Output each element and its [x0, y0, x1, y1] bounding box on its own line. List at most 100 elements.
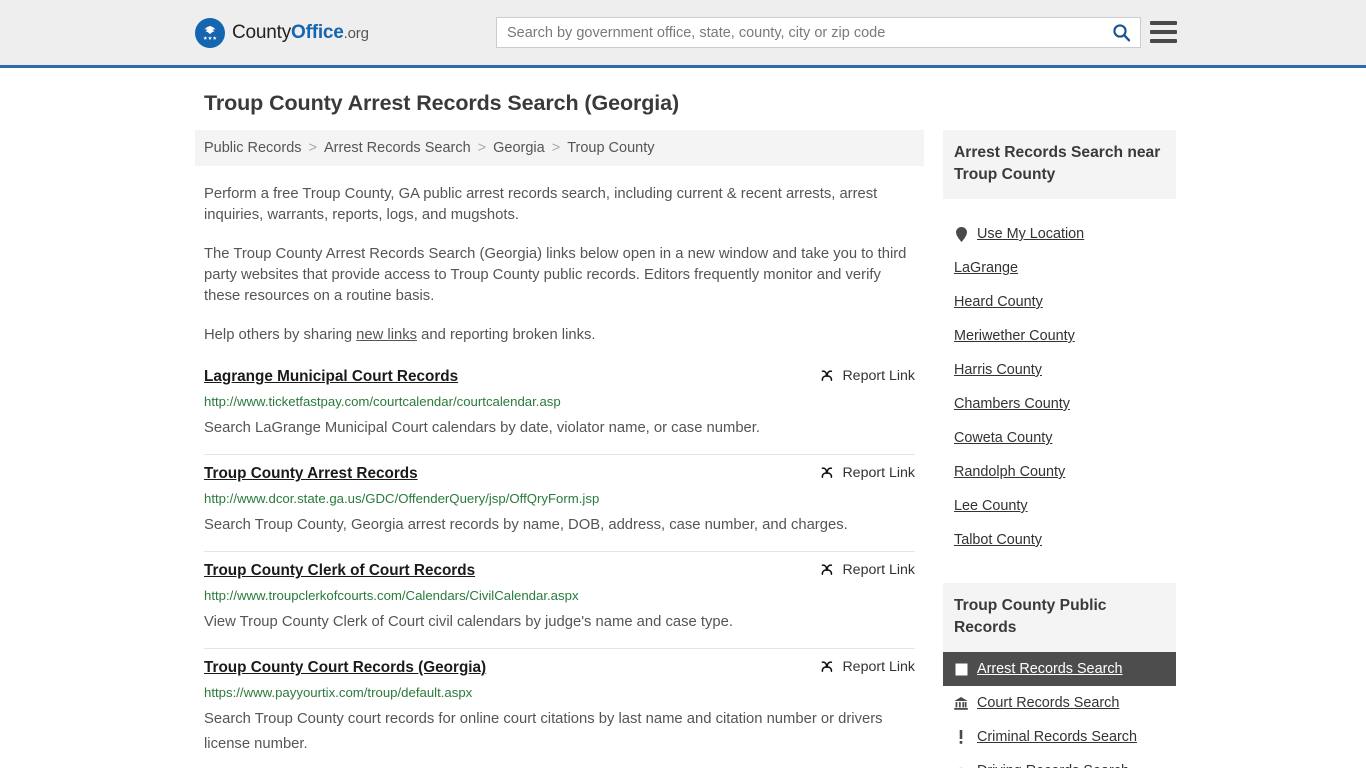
- report-link-label: Report Link: [842, 465, 915, 481]
- result-description: View Troup County Clerk of Court civil c…: [204, 610, 915, 635]
- result-item: Troup County Arrest Records Report Link …: [204, 455, 915, 552]
- report-link-label: Report Link: [842, 659, 915, 675]
- result-url[interactable]: https://www.payyourtix.com/troup/default…: [204, 684, 915, 701]
- report-link-button[interactable]: Report Link: [801, 368, 915, 384]
- main-content: Public Records > Arrest Records Search >…: [195, 130, 924, 768]
- sidebar-item-arrest-records-search[interactable]: Arrest Records Search: [943, 652, 1176, 686]
- sidebar-item-coweta-county[interactable]: Coweta County: [943, 421, 1176, 455]
- breadcrumb-item-georgia[interactable]: Georgia: [493, 140, 545, 156]
- search-button[interactable]: [1102, 18, 1140, 47]
- sidebar: Arrest Records Search near Troup County …: [943, 130, 1176, 768]
- sidebar-item-label: Heard County: [954, 294, 1043, 310]
- result-item: Troup County Court Records (Georgia) Rep…: [204, 649, 915, 768]
- result-description: Search Troup County, Georgia arrest reco…: [204, 513, 915, 538]
- sidebar-item-lee-county[interactable]: Lee County: [943, 489, 1176, 523]
- sidebar-item-label: Arrest Records Search: [977, 661, 1123, 677]
- exclamation-icon: [954, 730, 968, 744]
- result-header: Lagrange Municipal Court Records Report …: [204, 367, 915, 387]
- result-url[interactable]: http://www.dcor.state.ga.us/GDC/Offender…: [204, 490, 915, 507]
- sidebar-item-use-my-location[interactable]: Use My Location: [943, 217, 1176, 251]
- hamburger-bar: [1150, 21, 1177, 25]
- broken-link-icon: [819, 659, 835, 675]
- sidebar-item-label: LaGrange: [954, 260, 1018, 276]
- sidebar-public-records-list: Arrest Records Search: [943, 652, 1176, 768]
- intro-paragraph-2: The Troup County Arrest Records Search (…: [204, 244, 915, 307]
- sidebar-item-label: Driving Records Search: [977, 763, 1129, 768]
- sidebar-item-criminal-records-search[interactable]: Criminal Records Search: [943, 720, 1176, 754]
- breadcrumb-item-troup-county[interactable]: Troup County: [567, 140, 654, 156]
- result-item: Lagrange Municipal Court Records Report …: [204, 363, 915, 455]
- breadcrumb: Public Records > Arrest Records Search >…: [195, 130, 924, 166]
- sidebar-item-randolph-county[interactable]: Randolph County: [943, 455, 1176, 489]
- report-link-button[interactable]: Report Link: [801, 465, 915, 481]
- result-header: Troup County Clerk of Court Records Repo…: [204, 561, 915, 581]
- sidebar-item-label: Coweta County: [954, 430, 1052, 446]
- hamburger-menu-icon[interactable]: [1150, 18, 1177, 46]
- spacer: [943, 557, 1176, 583]
- page-container: Troup County Arrest Records Search (Geor…: [0, 91, 1366, 768]
- result-description: Search Troup County court records for on…: [204, 707, 915, 757]
- result-description: Search LaGrange Municipal Court calendar…: [204, 416, 915, 441]
- sidebar-item-chambers-county[interactable]: Chambers County: [943, 387, 1176, 421]
- sidebar-nearby-list: Use My Location LaGrange Heard County Me…: [943, 217, 1176, 557]
- report-link-button[interactable]: Report Link: [801, 659, 915, 675]
- search-icon: [1112, 23, 1131, 42]
- search-input[interactable]: [497, 18, 1102, 47]
- intro-text: Perform a free Troup County, GA public a…: [195, 184, 924, 346]
- page-title: Troup County Arrest Records Search (Geor…: [204, 91, 1171, 116]
- sidebar-item-driving-records-search[interactable]: Driving Records Search: [943, 754, 1176, 768]
- broken-link-icon: [819, 465, 835, 481]
- courthouse-icon: [954, 697, 968, 710]
- intro-p3-post: and reporting broken links.: [417, 327, 596, 343]
- sidebar-item-lagrange[interactable]: LaGrange: [943, 251, 1176, 285]
- sidebar-item-talbot-county[interactable]: Talbot County: [943, 523, 1176, 557]
- sidebar-item-label: Use My Location: [977, 226, 1084, 242]
- search-bar[interactable]: [496, 17, 1141, 48]
- sidebar-item-label: Talbot County: [954, 532, 1042, 548]
- sidebar-item-label: Meriwether County: [954, 328, 1075, 344]
- sidebar-public-records-box: Troup County Public Records Arrest Recor…: [943, 583, 1176, 768]
- breadcrumb-item-public-records[interactable]: Public Records: [204, 140, 302, 156]
- sidebar-item-court-records-search[interactable]: Court Records Search: [943, 686, 1176, 720]
- result-header: Troup County Court Records (Georgia) Rep…: [204, 658, 915, 678]
- site-logo-text: CountyOffice.org: [232, 22, 369, 44]
- site-logo[interactable]: CountyOffice.org: [195, 18, 369, 48]
- hamburger-bar: [1150, 39, 1177, 43]
- fingerprint-icon: [954, 663, 968, 676]
- result-title-link[interactable]: Troup County Arrest Records: [204, 464, 418, 484]
- breadcrumb-separator: >: [302, 140, 324, 156]
- sidebar-item-label: Lee County: [954, 498, 1028, 514]
- result-url[interactable]: http://www.troupclerkofcourts.com/Calend…: [204, 587, 915, 604]
- result-title-link[interactable]: Troup County Clerk of Court Records: [204, 561, 475, 581]
- intro-paragraph-1: Perform a free Troup County, GA public a…: [204, 184, 915, 226]
- report-link-button[interactable]: Report Link: [801, 562, 915, 578]
- result-header: Troup County Arrest Records Report Link: [204, 464, 915, 484]
- logo-word-county: County: [232, 22, 291, 43]
- site-header: CountyOffice.org: [0, 0, 1366, 68]
- breadcrumb-item-arrest-records-search[interactable]: Arrest Records Search: [324, 140, 471, 156]
- map-pin-icon: [954, 227, 968, 242]
- sidebar-item-label: Harris County: [954, 362, 1042, 378]
- sidebar-item-label: Chambers County: [954, 396, 1070, 412]
- result-url[interactable]: http://www.ticketfastpay.com/courtcalend…: [204, 393, 915, 410]
- sidebar-item-heard-county[interactable]: Heard County: [943, 285, 1176, 319]
- sidebar-item-meriwether-county[interactable]: Meriwether County: [943, 319, 1176, 353]
- hamburger-bar: [1150, 30, 1177, 34]
- results-list: Lagrange Municipal Court Records Report …: [195, 363, 924, 768]
- sidebar-nearby-box: Arrest Records Search near Troup County …: [943, 130, 1176, 557]
- eagle-logo-icon: [195, 18, 225, 48]
- sidebar-public-records-heading: Troup County Public Records: [943, 583, 1176, 652]
- sidebar-item-harris-county[interactable]: Harris County: [943, 353, 1176, 387]
- broken-link-icon: [819, 368, 835, 384]
- sidebar-item-label: Court Records Search: [977, 695, 1119, 711]
- content-columns: Public Records > Arrest Records Search >…: [195, 130, 1171, 768]
- spacer: [943, 199, 1176, 217]
- new-links-link[interactable]: new links: [356, 327, 417, 343]
- result-title-link[interactable]: Troup County Court Records (Georgia): [204, 658, 486, 678]
- breadcrumb-separator: >: [471, 140, 493, 156]
- sidebar-item-label: Criminal Records Search: [977, 729, 1137, 745]
- result-title-link[interactable]: Lagrange Municipal Court Records: [204, 367, 458, 387]
- logo-word-org: .org: [344, 25, 369, 42]
- result-item: Troup County Clerk of Court Records Repo…: [204, 552, 915, 649]
- report-link-label: Report Link: [842, 368, 915, 384]
